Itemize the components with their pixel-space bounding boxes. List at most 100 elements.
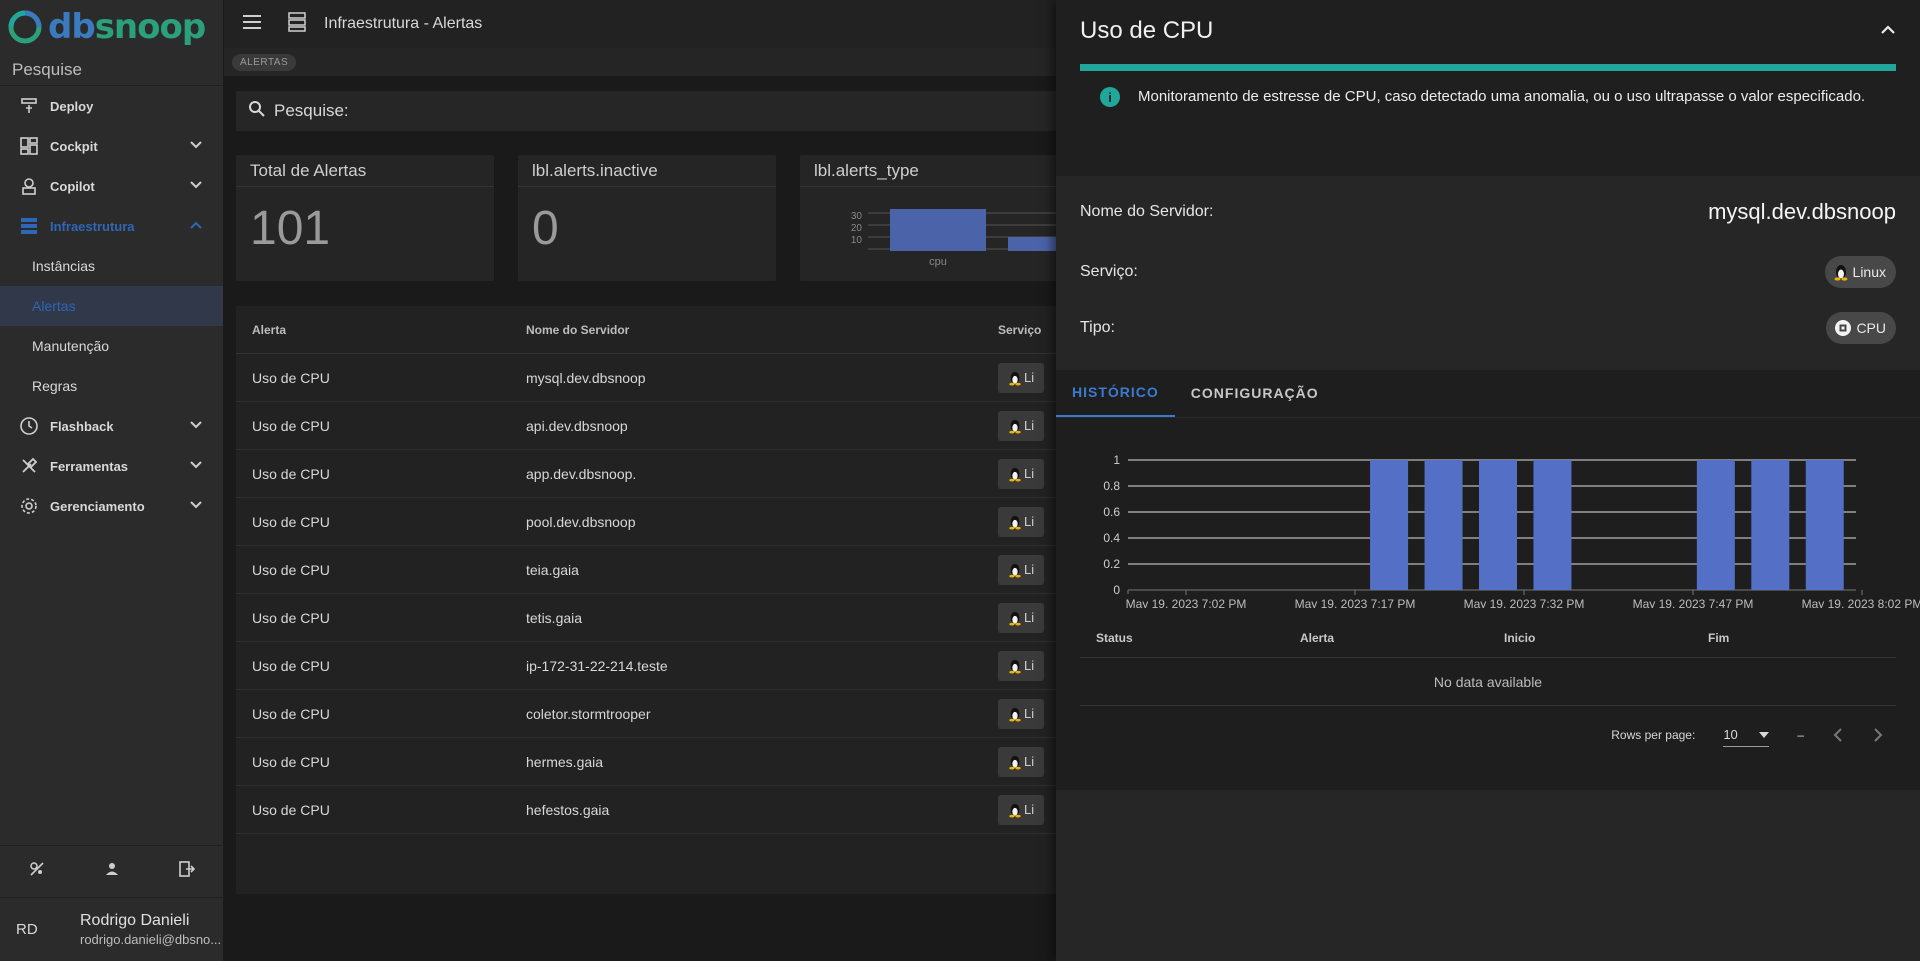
tab-configuracao[interactable]: CONFIGURAÇÃO <box>1175 369 1335 417</box>
table-row[interactable]: Uso de CPU pool.dev.dbsnoop Li <box>236 498 1076 546</box>
rows-per-page-label: Rows per page: <box>1611 728 1696 742</box>
card-value: 0 <box>532 202 559 255</box>
chip-label: Li <box>1024 754 1035 769</box>
sidebar-search[interactable]: Pesquise <box>0 54 223 86</box>
table-row[interactable]: Uso de CPU hermes.gaia Li <box>236 738 1076 786</box>
service-chip[interactable]: Li <box>998 506 1045 537</box>
table-row[interactable]: Uso de CPU hefestos.gaia Li <box>236 786 1076 834</box>
logout-icon[interactable] <box>178 860 196 883</box>
cell-alert: Uso de CPU <box>252 417 330 434</box>
sidebar-item-label: Copilot <box>50 178 95 194</box>
table-row[interactable]: Uso de CPU mysql.dev.dbsnoop Li <box>236 354 1076 402</box>
col-header-fim[interactable]: Fim <box>1692 631 1896 645</box>
col-header-server[interactable]: Nome do Servidor <box>526 323 998 337</box>
service-chip[interactable]: Li <box>998 410 1045 441</box>
alerts-table: Alerta Nome do Servidor Serviço Uso de C… <box>236 306 1076 894</box>
info-alert: i Monitoramento de estresse de CPU, caso… <box>1080 64 1896 146</box>
service-chip[interactable]: Li <box>998 698 1045 729</box>
pagination: Rows per page: 10 – <box>1080 706 1896 764</box>
history-table-header: Status Alerta Inicio Fim <box>1080 618 1896 658</box>
sidebar-item-flashback[interactable]: Flashback <box>0 406 223 446</box>
logo-icon <box>8 10 42 44</box>
chevron-down-icon <box>190 501 202 509</box>
theme-toggle-icon[interactable] <box>28 860 46 883</box>
caret-down-icon <box>1759 731 1770 738</box>
breadcrumb-item[interactable]: ALERTAS <box>232 53 297 71</box>
sidebar-subitem-manutencao[interactable]: Manutenção <box>0 326 223 366</box>
chevron-up-icon <box>190 221 202 229</box>
col-header-status[interactable]: Status <box>1080 631 1284 645</box>
x-tick-label: May 19, 2023 7:47 PM <box>1633 597 1754 608</box>
tools-icon <box>18 455 40 477</box>
detail-label: Serviço: <box>1080 263 1138 280</box>
server-icon <box>18 215 40 237</box>
tab-historico[interactable]: HISTÓRICO <box>1056 369 1175 417</box>
sidebar-item-label: Deploy <box>50 98 94 114</box>
linux-icon <box>1009 467 1021 482</box>
service-chip[interactable]: Li <box>998 554 1045 585</box>
chip-label: Li <box>1024 514 1035 529</box>
x-tick-label: May 19, 2023 8:02 PM <box>1802 597 1920 608</box>
detail-value: mysql.dev.dbsnoop <box>1708 199 1896 224</box>
sidebar-subitem-instancias[interactable]: Instâncias <box>0 246 223 286</box>
sidebar-item-ferramentas[interactable]: Ferramentas <box>0 446 223 486</box>
linux-icon <box>1009 515 1021 530</box>
service-chip[interactable]: Li <box>998 746 1045 777</box>
sidebar-item-label: Flashback <box>50 418 114 434</box>
sidebar-item-label: Gerenciamento <box>50 498 145 514</box>
col-header-inicio[interactable]: Inicio <box>1488 631 1692 645</box>
chevron-down-icon <box>190 461 202 469</box>
cell-server: hermes.gaia <box>526 753 604 770</box>
sidebar-subitem-alertas[interactable]: Alertas <box>0 286 223 326</box>
user-profile[interactable]: RD Rodrigo Danieli rodrigo.danieli@dbsno… <box>0 897 224 961</box>
service-chip[interactable]: Li <box>998 650 1045 681</box>
mini-y-tick: 10 <box>851 235 863 246</box>
service-chip[interactable]: Li <box>998 458 1045 489</box>
chart-bar <box>1370 460 1409 590</box>
menu-icon[interactable] <box>242 14 262 35</box>
clock-icon <box>18 415 40 437</box>
table-row[interactable]: Uso de CPU api.dev.dbsnoop Li <box>236 402 1076 450</box>
sidebar-item-deploy[interactable]: Deploy <box>0 86 223 126</box>
table-row[interactable]: Uso de CPU tetis.gaia Li <box>236 594 1076 642</box>
alert-detail-panel: Uso de CPU i Monitoramento de estresse d… <box>1056 0 1920 961</box>
sidebar-nav: Deploy Cockpit Copilot Infraestrutura In… <box>0 86 223 526</box>
table-row[interactable]: Uso de CPU coletor.stormtrooper Li <box>236 690 1076 738</box>
sidebar-item-copilot[interactable]: Copilot <box>0 166 223 206</box>
table-body: Uso de CPU mysql.dev.dbsnoop Li Uso de CPU a… <box>236 354 1076 834</box>
gear-icon <box>18 495 40 517</box>
cell-server: app.dev.dbsnoop. <box>526 465 637 482</box>
table-row[interactable]: Uso de CPU ip-172-31-22-214.teste Li <box>236 642 1076 690</box>
robot-icon <box>18 175 40 197</box>
sidebar-item-cockpit[interactable]: Cockpit <box>0 126 223 166</box>
y-tick-label: 0 <box>1113 583 1120 597</box>
info-icon: i <box>1100 87 1120 107</box>
table-row[interactable]: Uso de CPU teia.gaia Li <box>236 546 1076 594</box>
profile-icon[interactable] <box>103 860 121 883</box>
search-input[interactable]: Pesquise: <box>236 91 1076 131</box>
cell-server: ip-172-31-22-214.teste <box>526 657 668 674</box>
sidebar-subitem-regras[interactable]: Regras <box>0 366 223 406</box>
no-data-message: No data available <box>1080 658 1896 706</box>
rows-per-page-select[interactable]: 10 <box>1723 723 1770 747</box>
sidebar-item-infraestrutura[interactable]: Infraestrutura <box>0 206 223 246</box>
linux-icon <box>1009 659 1021 674</box>
sidebar-item-gerenciamento[interactable]: Gerenciamento <box>0 486 223 526</box>
history-bar-chart: 0 0.2 0.4 0.6 0.8 1 May 19, 2023 7:02 PM May 19… <box>1103 453 1920 608</box>
dashboard-icon <box>18 135 40 157</box>
col-header-alerta[interactable]: Alerta <box>1284 631 1488 645</box>
service-chip[interactable]: Li <box>998 362 1045 393</box>
logo[interactable]: dbsnoop <box>0 0 223 54</box>
col-header-alert[interactable]: Alerta <box>236 323 526 337</box>
prev-page-icon[interactable] <box>1832 728 1844 742</box>
detail-label: Nome do Servidor: <box>1080 203 1214 220</box>
next-page-icon[interactable] <box>1872 728 1884 742</box>
cell-server: coletor.stormtrooper <box>526 705 651 722</box>
type-chip: CPU <box>1826 312 1896 344</box>
chevron-up-icon[interactable] <box>1880 22 1896 38</box>
cell-alert: Uso de CPU <box>252 465 330 482</box>
service-chip[interactable]: Li <box>998 602 1045 633</box>
service-chip[interactable]: Li <box>998 794 1045 825</box>
table-row[interactable]: Uso de CPU app.dev.dbsnoop. Li <box>236 450 1076 498</box>
linux-icon <box>1009 803 1021 818</box>
